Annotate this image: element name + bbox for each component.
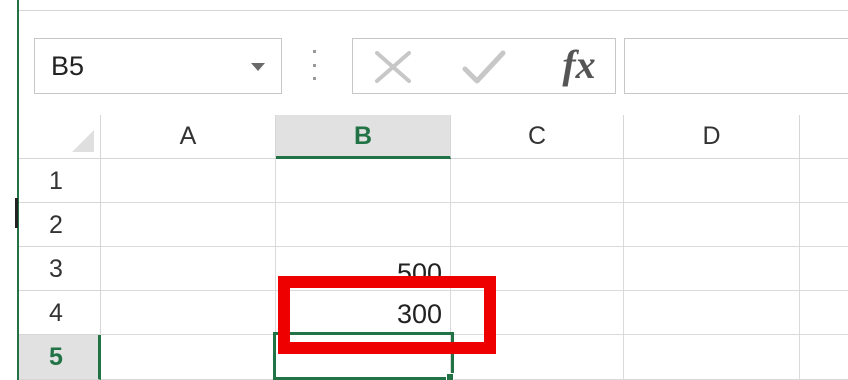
select-all-button[interactable] — [19, 115, 101, 159]
cell-d5[interactable] — [624, 335, 800, 380]
row-header-2[interactable]: 2 — [19, 203, 101, 247]
fill-handle[interactable] — [446, 373, 454, 380]
cell-e3[interactable] — [800, 247, 848, 291]
cell-e4[interactable] — [800, 291, 848, 335]
cell-b2[interactable] — [276, 203, 451, 247]
name-box-value[interactable]: B5 — [51, 51, 84, 82]
column-header-e[interactable] — [800, 115, 848, 159]
column-header-a[interactable]: A — [101, 115, 276, 159]
column-header-c[interactable]: C — [451, 115, 624, 159]
cell-c2[interactable] — [451, 203, 624, 247]
cell-a5[interactable] — [101, 335, 276, 380]
row-header-3[interactable]: 3 — [19, 247, 101, 291]
cell-e1[interactable] — [800, 159, 848, 203]
cell-a1[interactable] — [101, 159, 276, 203]
chevron-down-icon[interactable] — [251, 63, 265, 71]
cell-d3[interactable] — [624, 247, 800, 291]
cell-e5[interactable] — [800, 335, 848, 380]
checkmark-icon[interactable] — [461, 49, 507, 85]
cell-e2[interactable] — [800, 203, 848, 247]
column-header-b[interactable]: B — [276, 115, 451, 159]
cell-d2[interactable] — [624, 203, 800, 247]
insert-function-button[interactable]: fx — [549, 39, 609, 93]
formula-buttons: fx — [352, 38, 616, 94]
close-icon[interactable] — [371, 49, 415, 85]
cell-d1[interactable] — [624, 159, 800, 203]
cell-b1[interactable] — [276, 159, 451, 203]
select-all-icon — [72, 130, 94, 152]
name-box[interactable]: B5 — [34, 38, 282, 94]
cell-a4[interactable] — [101, 291, 276, 335]
row-header-5[interactable]: 5 — [19, 335, 101, 380]
cell-d4[interactable] — [624, 291, 800, 335]
spreadsheet-window: B5 fx A B C D 1 2 3 4 5 500 300 — [0, 0, 848, 380]
window-edge-marker — [15, 198, 18, 228]
column-header-d[interactable]: D — [624, 115, 800, 159]
cell-a3[interactable] — [101, 247, 276, 291]
toolbar-grip-icon[interactable] — [312, 50, 316, 80]
row-header-4[interactable]: 4 — [19, 291, 101, 335]
formula-input[interactable] — [624, 38, 848, 94]
cell-c1[interactable] — [451, 159, 624, 203]
highlight-annotation — [278, 276, 496, 354]
row-header-1[interactable]: 1 — [19, 159, 101, 203]
cell-a2[interactable] — [101, 203, 276, 247]
